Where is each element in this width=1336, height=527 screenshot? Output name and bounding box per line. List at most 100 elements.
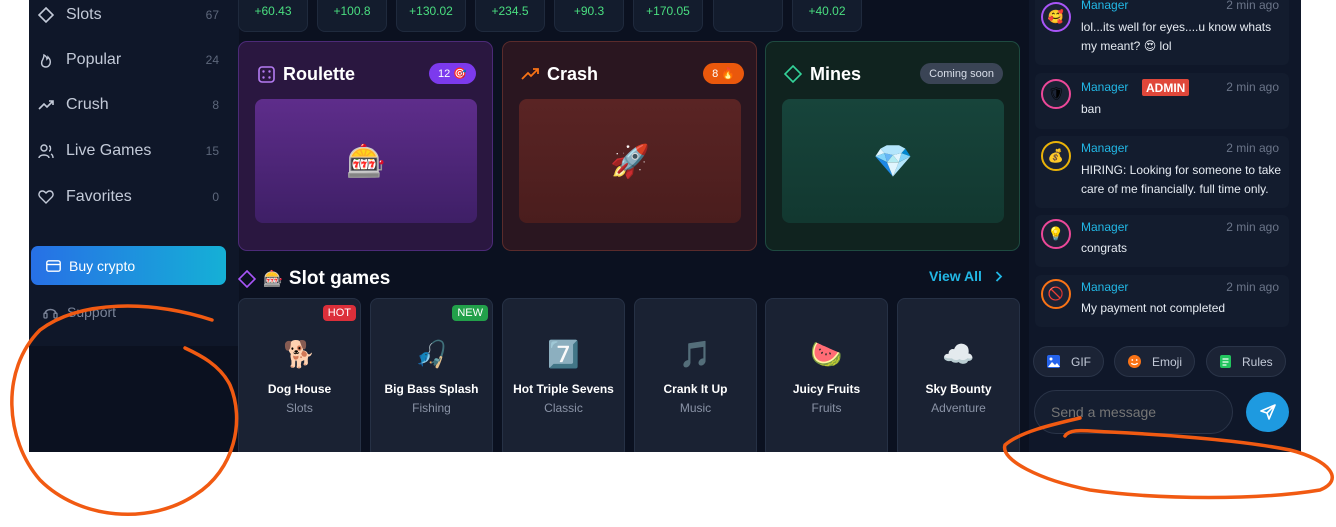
emoji-button[interactable]: Emoji	[1114, 346, 1196, 377]
admin-badge: ADMIN	[1142, 79, 1190, 96]
slot-icon: 🎣	[415, 339, 448, 369]
chat-message: 💰 Manager 2 min ago HIRING: Looking for …	[1035, 136, 1289, 208]
rules-label: Rules	[1242, 354, 1273, 369]
slot-name: Juicy Fruits	[792, 382, 861, 396]
slot-icon	[37, 6, 55, 24]
slot-category: Fishing	[412, 401, 451, 415]
support-label: Support	[67, 304, 117, 320]
chat-text: congrats	[1081, 241, 1128, 255]
sidebar-item-popular[interactable]: Popular 24	[37, 45, 225, 75]
chat-username[interactable]: Manager	[1081, 80, 1128, 94]
gif-button[interactable]: GIF	[1033, 346, 1104, 377]
sidebar-item-count: 24	[205, 53, 219, 67]
send-icon	[1259, 403, 1277, 421]
chat-message: 🥰 Manager 2 min ago lol...its well for e…	[1035, 0, 1289, 65]
avatar: 🛡	[1041, 79, 1071, 109]
slot-icon: 🎵	[679, 339, 712, 369]
ticker-item: +170.05	[633, 0, 703, 32]
game-title: Crash	[547, 64, 599, 84]
sidebar-item-count: 15	[205, 144, 219, 158]
ticker-item: +100.8	[317, 0, 387, 32]
sidebar: Slots 67 Popular 24 Crush 8 Live Games 1…	[29, 0, 239, 346]
image-icon	[1046, 354, 1061, 369]
rules-button[interactable]: Rules	[1206, 346, 1286, 377]
ticker-item-partial	[713, 0, 783, 32]
slot-card[interactable]: ☁️ Sky Bounty Adventure	[897, 298, 1020, 452]
chat-username[interactable]: Manager	[1081, 141, 1128, 155]
sidebar-item-label: Slots	[66, 6, 102, 23]
sidebar-item-count: 67	[205, 8, 219, 22]
ticker-item: +60.43	[238, 0, 308, 32]
game-card-crash[interactable]: Crash 8 🔥 🚀	[502, 41, 757, 251]
diamond-icon	[238, 270, 256, 288]
chat-message: 🛡 Manager ADMIN 2 min ago ban	[1035, 73, 1289, 129]
game-title: Mines	[810, 64, 862, 84]
slot-card[interactable]: 🍉 Juicy Fruits Fruits	[765, 298, 888, 452]
sidebar-item-count: 8	[212, 98, 219, 112]
sidebar-item-crush[interactable]: Crush 8	[37, 90, 225, 120]
card-icon	[46, 259, 61, 272]
sidebar-item-count: 0	[212, 190, 219, 204]
game-title: Roulette	[283, 64, 355, 84]
view-all-link[interactable]: View All	[929, 268, 1003, 284]
slot-category: Classic	[544, 401, 583, 415]
chat-timestamp: 2 min ago	[1226, 141, 1279, 155]
send-button[interactable]	[1246, 392, 1289, 432]
document-icon	[1219, 354, 1232, 369]
ticker-item: +234.5	[475, 0, 545, 32]
chat-message: 💡 Manager 2 min ago congrats	[1035, 215, 1289, 267]
headset-icon	[43, 305, 58, 320]
chat-timestamp: 2 min ago	[1226, 220, 1279, 234]
trend-up-icon	[521, 65, 539, 83]
slot-games-header: 🎰 Slot games	[238, 266, 390, 292]
slot-icon: 🍉	[810, 339, 843, 369]
chat-panel: 🥰 Manager 2 min ago lol...its well for e…	[1029, 0, 1301, 452]
gif-label: GIF	[1071, 354, 1091, 369]
chat-timestamp: 2 min ago	[1226, 80, 1279, 94]
chat-username[interactable]: Manager	[1081, 220, 1128, 234]
slot-category: Fruits	[811, 401, 842, 415]
buy-crypto-label: Buy crypto	[69, 257, 136, 274]
avatar: 🥰	[1041, 2, 1071, 32]
slot-name: Dog House	[267, 382, 332, 396]
chat-timestamp: 2 min ago	[1226, 280, 1279, 294]
slot-name: Sky Bounty	[925, 382, 992, 396]
chat-username[interactable]: Manager	[1081, 280, 1128, 294]
chat-text: HIRING: Looking for someone to take care…	[1081, 163, 1282, 196]
slot-machine-icon: 🎰	[263, 271, 283, 288]
slot-icon: 🐕	[283, 339, 316, 369]
slot-card[interactable]: NEW 🎣 Big Bass Splash Fishing	[370, 298, 493, 452]
sidebar-item-live-games[interactable]: Live Games 15	[37, 136, 225, 166]
chat-username[interactable]: Manager	[1081, 0, 1128, 12]
slot-card[interactable]: 7️⃣ Hot Triple Sevens Classic	[502, 298, 625, 452]
slot-card[interactable]: 🎵 Crank It Up Music	[634, 298, 757, 452]
sidebar-item-label: Crush	[66, 96, 109, 113]
support-link[interactable]: Support	[43, 304, 116, 320]
flame-icon	[37, 51, 55, 69]
avatar: 💰	[1041, 141, 1071, 171]
slot-name: Hot Triple Sevens	[513, 382, 614, 396]
casino-app: Slots 67 Popular 24 Crush 8 Live Games 1…	[29, 0, 1301, 452]
users-icon	[37, 142, 55, 160]
players-badge: 12 🎯	[429, 63, 476, 84]
game-card-mines[interactable]: Mines Coming soon 💎	[765, 41, 1020, 251]
slot-category: Adventure	[931, 401, 986, 415]
avatar: 🚫	[1041, 279, 1071, 309]
ticker-item: +90.3	[554, 0, 624, 32]
slot-tag: HOT	[322, 305, 356, 321]
players-badge: 8 🔥	[703, 63, 744, 84]
sidebar-item-label: Popular	[66, 51, 122, 68]
message-input[interactable]	[1034, 390, 1233, 434]
game-art: 🎰	[255, 99, 477, 223]
avatar: 💡	[1041, 219, 1071, 249]
chat-message: 🚫 Manager 2 min ago My payment not compl…	[1035, 275, 1289, 327]
buy-crypto-button[interactable]: Buy crypto	[31, 246, 226, 285]
coming-soon-badge: Coming soon	[920, 63, 1003, 84]
ticker-item: +40.02	[792, 0, 862, 32]
sidebar-item-slots[interactable]: Slots 67	[37, 0, 225, 30]
sidebar-item-favorites[interactable]: Favorites 0	[37, 182, 225, 212]
game-card-roulette[interactable]: Roulette 12 🎯 🎰	[238, 41, 493, 251]
slot-name: Crank It Up	[663, 382, 728, 396]
slot-card[interactable]: HOT 🐕 Dog House Slots	[238, 298, 361, 452]
slot-name: Big Bass Splash	[384, 382, 479, 396]
